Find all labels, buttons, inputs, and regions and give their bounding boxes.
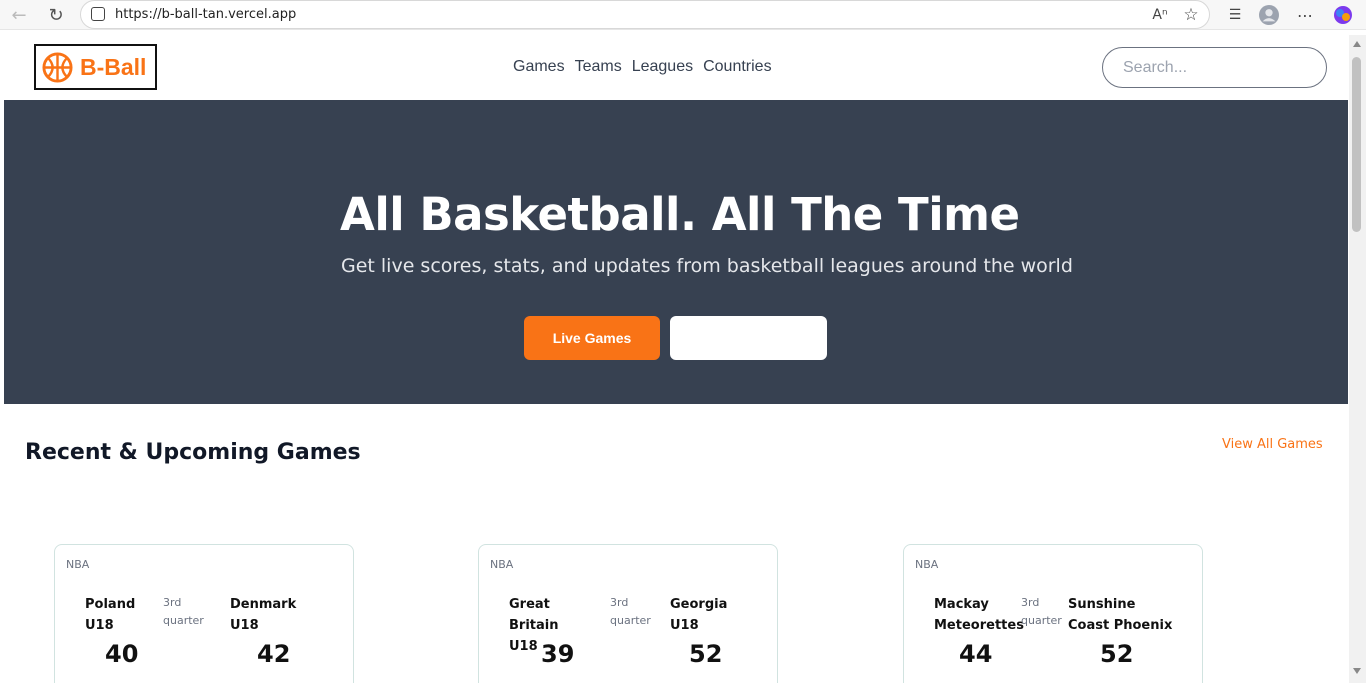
game-card[interactable]: NBA Poland U18 3rd quarter Denmark U18 40 4… (54, 544, 354, 683)
league-label: NBA (66, 558, 90, 571)
site-header: B-Ball Games Teams Leagues Countries (4, 35, 1348, 100)
url-text: https://b-ball-tan.vercel.app (115, 7, 297, 22)
favorites-list-icon[interactable]: ☰ (1225, 5, 1245, 25)
nav-leagues[interactable]: Leagues (632, 58, 693, 76)
league-label: NBA (490, 558, 514, 571)
away-team-name: Sunshine Coast Phoenix (1068, 597, 1173, 633)
page-viewport: B-Ball Games Teams Leagues Countries All… (4, 35, 1348, 683)
main-nav: Games Teams Leagues Countries (513, 58, 772, 76)
game-card[interactable]: NBA Mackay Meteorettes 3rd quarter Sunshin… (903, 544, 1203, 683)
favorite-star-icon[interactable]: ☆ (1181, 5, 1201, 25)
copilot-icon[interactable] (1333, 5, 1353, 25)
home-score: 40 (105, 640, 139, 668)
back-icon[interactable]: ← (8, 4, 30, 26)
scrollbar-thumb[interactable] (1352, 57, 1361, 232)
scroll-up-icon[interactable] (1353, 41, 1361, 47)
game-status: 3rd quarter (163, 596, 204, 627)
logo[interactable]: B-Ball (34, 44, 157, 90)
game-status: 3rd quarter (1021, 596, 1062, 627)
secondary-hero-button[interactable] (670, 316, 827, 360)
nav-teams[interactable]: Teams (575, 58, 622, 76)
away-score: 42 (257, 640, 291, 668)
search-input[interactable] (1102, 47, 1327, 88)
hero-title: All Basketball. All The Time (340, 188, 1020, 241)
game-card[interactable]: NBA Great Britain U18 3rd quarter Georgia U… (478, 544, 778, 683)
home-team-name: Poland U18 (85, 597, 136, 633)
section-title: Recent & Upcoming Games (25, 440, 361, 465)
hero-section: All Basketball. All The Time Get live sc… (4, 100, 1348, 404)
hero-subtitle: Get live scores, stats, and updates from… (341, 255, 1073, 277)
page-scrollbar[interactable] (1349, 35, 1366, 683)
scroll-down-icon[interactable] (1353, 668, 1361, 674)
profile-avatar-icon[interactable] (1259, 5, 1279, 25)
home-team-name: Mackay Meteorettes (934, 597, 1024, 633)
away-team-name: Georgia U18 (670, 597, 728, 633)
address-bar[interactable]: https://b-ball-tan.vercel.app (80, 0, 1210, 29)
home-score: 44 (959, 640, 993, 668)
live-games-button[interactable]: Live Games (524, 316, 660, 360)
read-aloud-icon[interactable]: Aⁿ (1150, 5, 1170, 25)
lock-icon (91, 7, 105, 21)
home-score: 39 (541, 640, 575, 668)
away-score: 52 (689, 640, 723, 668)
nav-countries[interactable]: Countries (703, 58, 771, 76)
nav-games[interactable]: Games (513, 58, 565, 76)
more-menu-icon[interactable]: ⋯ (1295, 5, 1315, 25)
basketball-icon (42, 51, 73, 83)
view-all-games-link[interactable]: View All Games (1222, 437, 1323, 452)
league-label: NBA (915, 558, 939, 571)
away-team-name: Denmark U18 (230, 597, 297, 633)
logo-text: B-Ball (80, 53, 147, 80)
away-score: 52 (1100, 640, 1134, 668)
game-status: 3rd quarter (610, 596, 651, 627)
browser-toolbar: ← ↻ https://b-ball-tan.vercel.app Aⁿ ☆ ☰… (0, 0, 1366, 30)
refresh-icon[interactable]: ↻ (45, 4, 67, 26)
